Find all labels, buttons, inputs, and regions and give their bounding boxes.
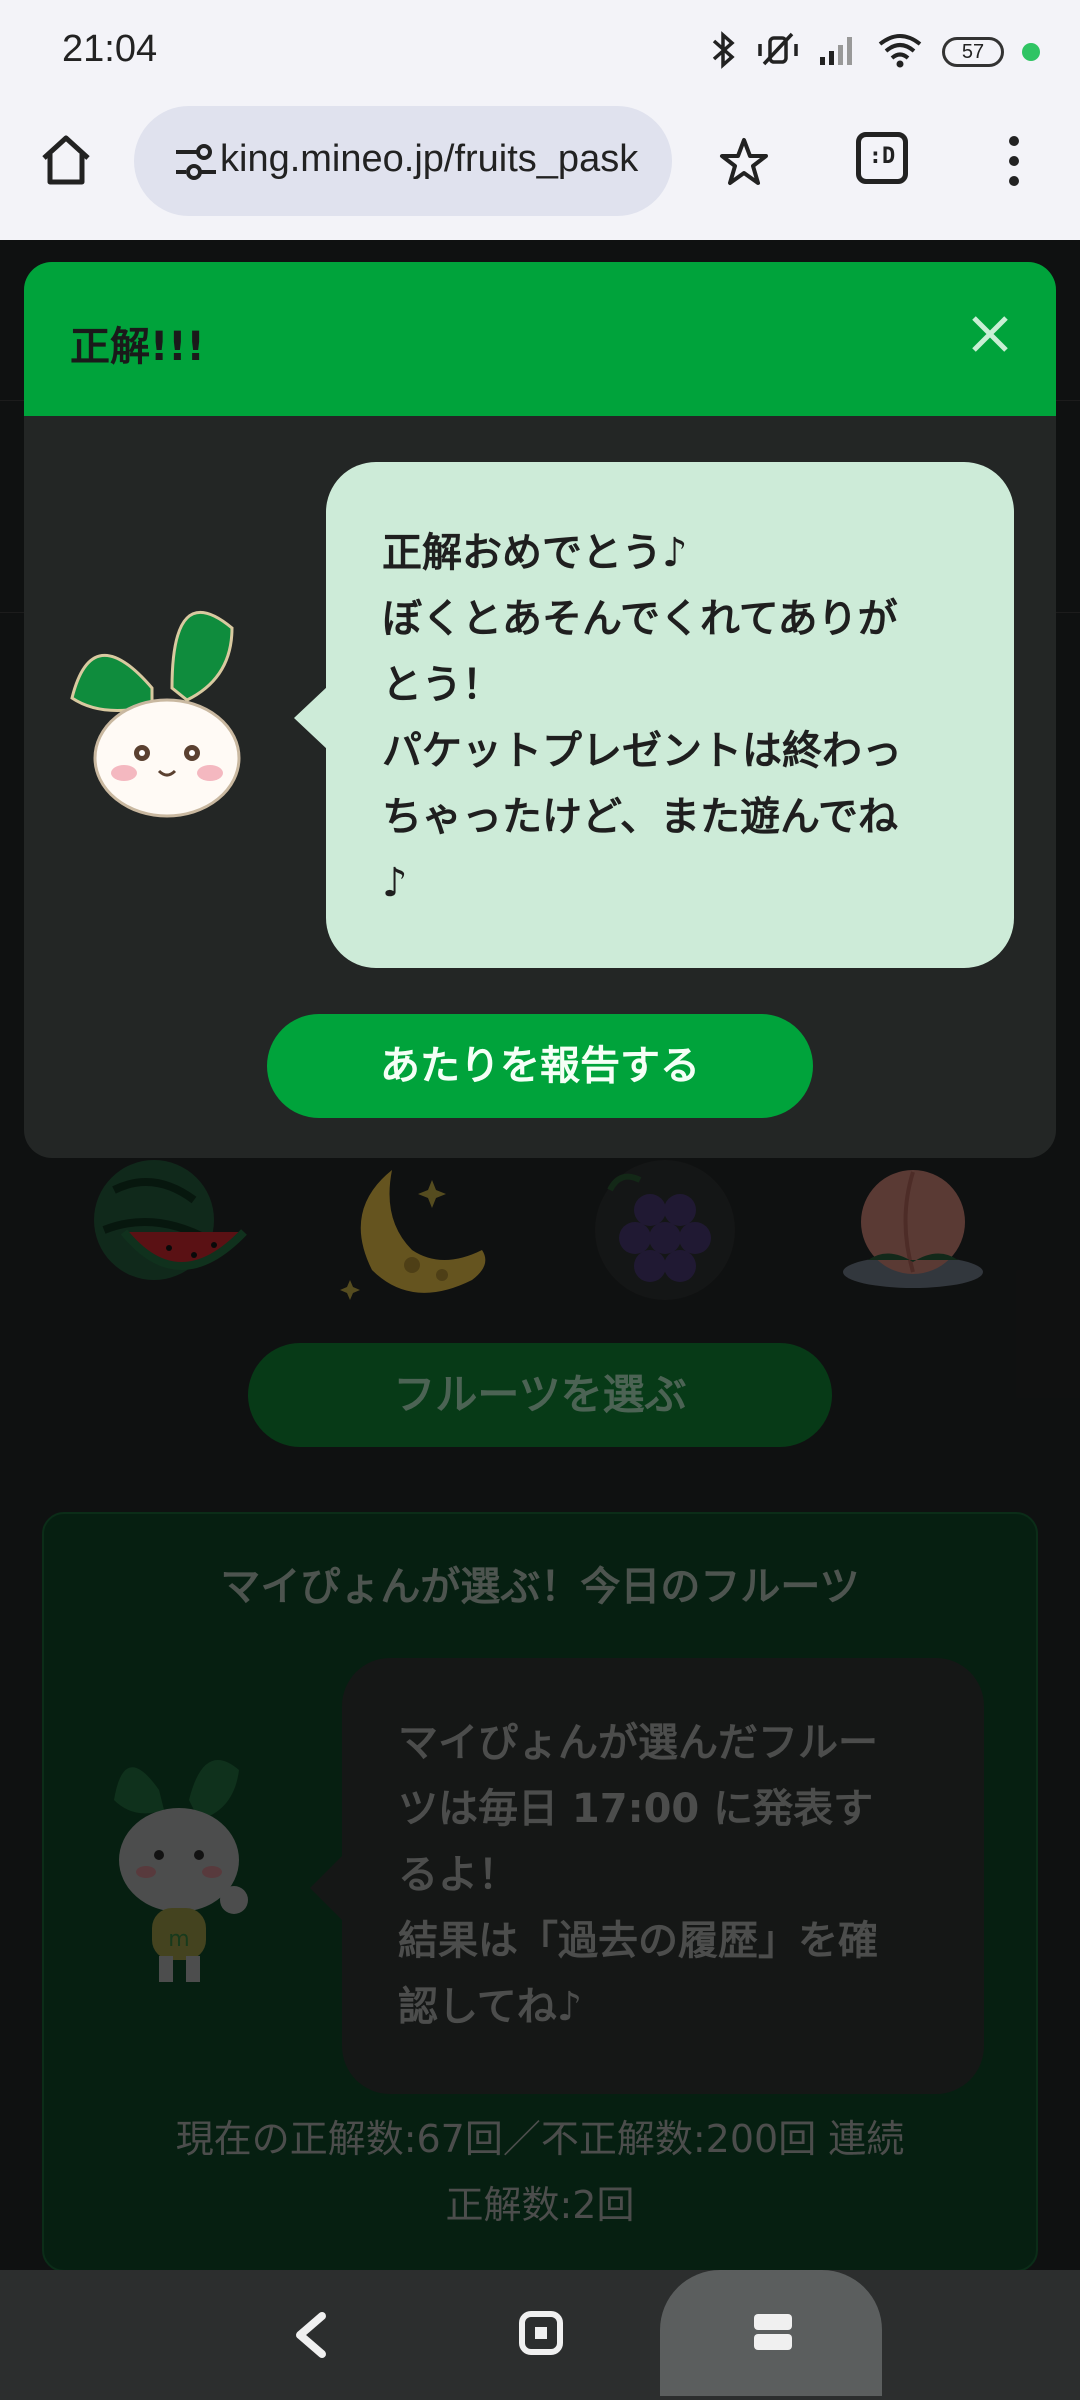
signal-icon [818,33,858,71]
bubble-text-line: パケットプレゼントは終わっ [382,728,902,774]
mute-icon [756,30,800,74]
bubble-text-line: ♪ [382,860,408,906]
status-icons: 57 [708,30,1040,74]
bookmark-star-icon[interactable] [716,134,772,190]
bubble-text-line: とう！ [382,662,502,708]
report-win-button[interactable]: あたりを報告する [267,1014,813,1118]
home-icon[interactable] [36,130,96,190]
address-bar[interactable]: king.mineo.jp/fruits_pask [134,106,672,216]
bluetooth-icon [708,31,738,73]
modal-header: 正解!!! [24,262,1056,416]
modal-speech-bubble: 正解おめでとう♪ ぼくとあそんでくれてありが とう！ パケットプレゼントは終わっ… [294,462,1014,968]
mascot-bunny-icon [62,588,272,848]
status-time: 21:04 [62,28,158,70]
bubble-text-line: 正解おめでとう♪ [382,530,688,576]
browser-toolbar: king.mineo.jp/fruits_pask :D [0,100,1080,240]
bubble-text-line: ちゃったけど、また遊んでね [382,794,898,840]
result-modal: 正解!!! 正解おめでとう♪ ぼくとあそんでくれてありが とう！ パケットプレゼ… [24,262,1056,1158]
notification-dot [1022,43,1040,61]
status-bar: 21:04 57 [0,0,1080,100]
battery-icon: 57 [942,37,1004,67]
system-nav-bar [0,2270,1080,2400]
wifi-icon [876,30,924,74]
back-icon[interactable] [288,2310,336,2360]
bubble-text-line: ぼくとあそんでくれてありが [382,596,898,642]
more-menu-icon[interactable] [1002,136,1026,196]
home-square-icon[interactable] [516,2308,566,2358]
close-icon[interactable] [968,312,1012,356]
url-text: king.mineo.jp/fruits_pask [220,138,639,180]
site-settings-icon[interactable] [174,142,218,182]
modal-title: 正解!!! [70,324,205,370]
recents-icon[interactable] [752,2312,794,2352]
extension-button[interactable]: :D [856,132,908,184]
